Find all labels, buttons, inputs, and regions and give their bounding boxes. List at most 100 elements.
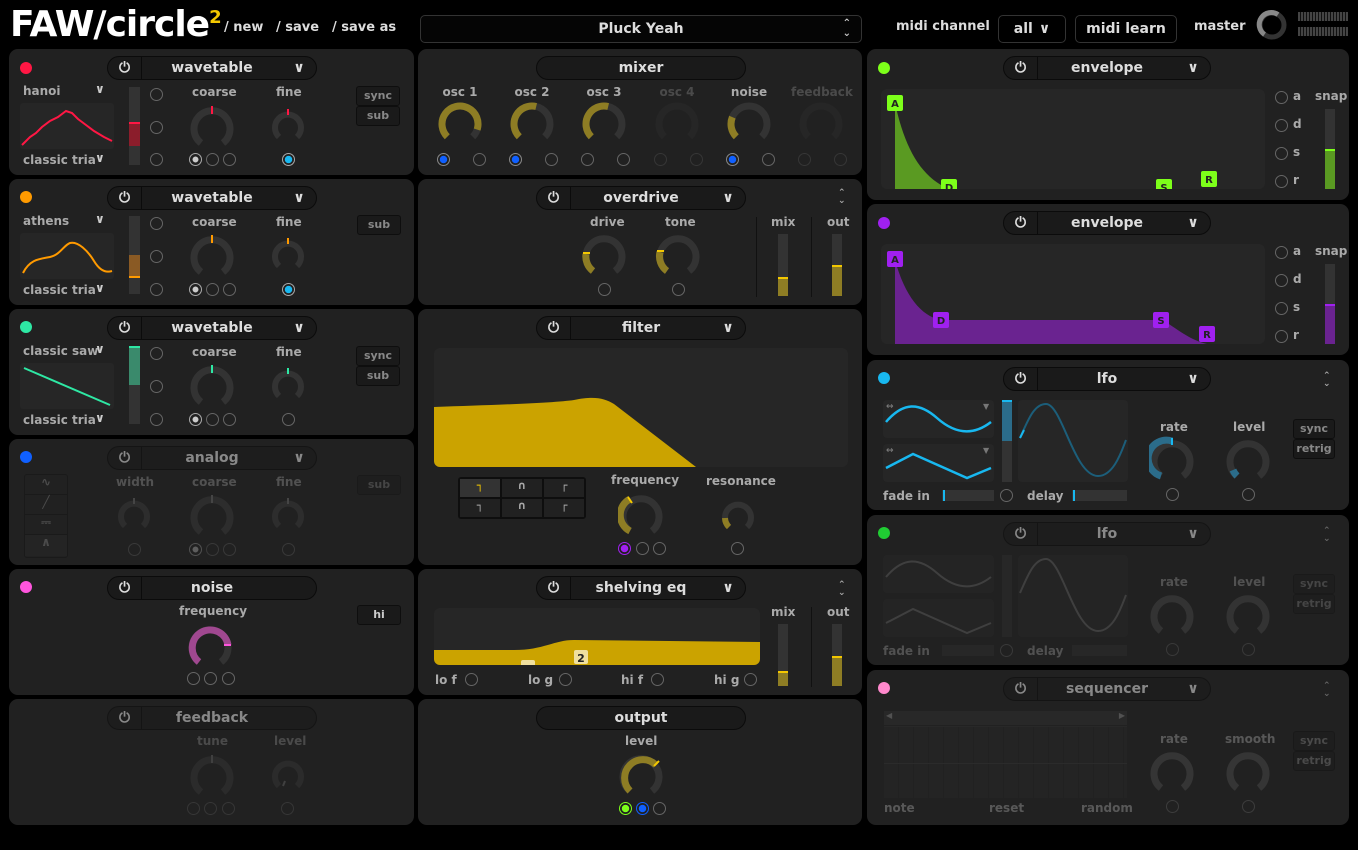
snap-slider[interactable] [1325, 264, 1335, 344]
menu-save-as[interactable]: / save as [332, 20, 396, 35]
power-icon[interactable]: ⏻ [108, 577, 142, 599]
mod-slot-active[interactable] [189, 413, 202, 426]
mod-slot-active[interactable] [636, 802, 649, 815]
sub-button[interactable]: sub [356, 106, 400, 126]
mixer-level-knob[interactable] [581, 101, 627, 147]
dropdown-triangle-icon[interactable]: ▼ [983, 446, 990, 455]
power-icon[interactable]: ⏻ [537, 577, 571, 599]
lfo1-shape-a[interactable]: ↔ ▼ [883, 400, 994, 438]
mod-slot[interactable] [1275, 91, 1288, 104]
osc3-wave-bottom[interactable]: classic tria [23, 413, 96, 427]
sub-button[interactable]: sub [357, 215, 401, 235]
mod-slot[interactable] [653, 542, 666, 555]
lfo1-header[interactable]: ⏻ lfo ∨ [1003, 367, 1211, 391]
seq-step-grid[interactable] [884, 726, 1127, 798]
coarse-knob[interactable] [189, 492, 235, 538]
chevron-down-icon[interactable]: ∨ [95, 212, 105, 226]
mod-slot[interactable] [744, 673, 757, 686]
mod-slot[interactable] [465, 673, 478, 686]
arrow-right-icon[interactable]: ▶ [1119, 711, 1125, 725]
mod-slot[interactable] [636, 542, 649, 555]
mod-slot[interactable] [1166, 488, 1179, 501]
noise-hi-button[interactable]: hi [357, 605, 401, 625]
highpass-12-icon[interactable]: ┌ [543, 478, 585, 498]
power-icon[interactable]: ⏻ [537, 317, 571, 339]
rate-knob[interactable] [1149, 436, 1195, 482]
sync-button[interactable]: sync [1293, 419, 1335, 439]
mod-slot[interactable] [206, 283, 219, 296]
mod-slot[interactable] [798, 153, 811, 166]
mix-slider[interactable] [778, 624, 788, 686]
mod-slot[interactable] [653, 802, 666, 815]
mod-slot[interactable] [223, 153, 236, 166]
lfo1-shape-b[interactable]: ↔ ▼ [883, 444, 994, 482]
highpass-24-icon[interactable]: ┌ [543, 498, 585, 518]
mod-slot[interactable] [1275, 330, 1288, 343]
delay-slider[interactable] [1072, 645, 1127, 656]
mod-slot-active[interactable] [189, 543, 202, 556]
fine-knob[interactable] [271, 365, 305, 401]
mod-slot[interactable] [545, 153, 558, 166]
mod-slot[interactable] [559, 673, 572, 686]
mod-slot[interactable] [726, 153, 739, 166]
menu-new[interactable]: / new [224, 20, 263, 35]
sync-button[interactable]: sync [356, 346, 400, 366]
mod-slot[interactable] [282, 543, 295, 556]
mod-slot[interactable] [150, 380, 163, 393]
osc2-header[interactable]: ⏻ wavetable ∨ [107, 186, 317, 210]
noise-header[interactable]: ⏻ noise [107, 576, 317, 600]
power-icon[interactable]: ⏻ [108, 187, 142, 209]
osc3-color-dot[interactable] [20, 321, 32, 333]
mod-slot[interactable] [150, 88, 163, 101]
mod-slot[interactable] [1275, 246, 1288, 259]
osc3-wave-top[interactable]: classic saw [23, 344, 98, 358]
mod-slot[interactable] [150, 250, 163, 263]
reorder-arrows-icon[interactable]: ⌃ ⌄ [1323, 372, 1331, 389]
sync-button[interactable]: sync [1293, 731, 1335, 751]
bandpass-24-icon[interactable]: ∩ [501, 498, 543, 518]
mod-slot[interactable] [204, 802, 217, 815]
env1-display[interactable]: A D S R [881, 89, 1265, 189]
power-icon[interactable]: ⏻ [537, 187, 571, 209]
noise-color-dot[interactable] [20, 581, 32, 593]
mod-slot[interactable] [187, 802, 200, 815]
frequency-knob[interactable] [618, 491, 664, 537]
mod-slot[interactable] [1275, 274, 1288, 287]
mod-slot[interactable] [473, 153, 486, 166]
mod-slot[interactable] [651, 673, 664, 686]
mod-slot-active[interactable] [189, 283, 202, 296]
overdrive-header[interactable]: ⏻ overdrive ∨ [536, 186, 746, 210]
mod-slot[interactable] [150, 217, 163, 230]
mod-slot[interactable] [1275, 302, 1288, 315]
seq-scroll-bar[interactable]: ◀ ▶ [884, 711, 1127, 725]
saw-wave-icon[interactable]: ╱ [25, 495, 67, 515]
chevron-down-icon[interactable]: ∨ [95, 82, 105, 96]
mod-slot[interactable] [581, 153, 594, 166]
osc2-wave-bottom[interactable]: classic tria [23, 283, 96, 297]
mixer-level-knob[interactable] [437, 101, 483, 147]
mod-slot[interactable] [690, 153, 703, 166]
drive-knob[interactable] [581, 231, 627, 277]
sync-button[interactable]: sync [356, 86, 400, 106]
retrig-button[interactable]: retrig [1293, 751, 1335, 771]
mod-slot[interactable] [204, 672, 217, 685]
mod-slot[interactable] [1275, 147, 1288, 160]
delay-slider[interactable] [1072, 490, 1127, 501]
out-slider[interactable] [832, 624, 842, 686]
mod-slot-active[interactable] [282, 153, 295, 166]
lfo2-shape-b[interactable] [883, 599, 994, 637]
level-knob[interactable] [1225, 436, 1271, 482]
retrig-button[interactable]: retrig [1293, 594, 1335, 614]
smooth-knob[interactable] [1225, 748, 1271, 794]
retrig-button[interactable]: retrig [1293, 439, 1335, 459]
lfo1-color-dot[interactable] [878, 372, 890, 384]
mod-slot[interactable] [1000, 489, 1013, 502]
osc2-wave-top[interactable]: athens [23, 214, 69, 228]
mixer-level-knob[interactable] [726, 101, 772, 147]
mod-slot[interactable] [282, 413, 295, 426]
preset-selector[interactable]: Pluck Yeah ⌃ ⌄ [420, 15, 862, 43]
mixer-level-knob[interactable] [798, 101, 844, 147]
mod-slot[interactable] [1242, 800, 1255, 813]
mod-slot[interactable] [150, 413, 163, 426]
analog-waveform-selector[interactable]: ∿ ╱ ⎓ ∧ [24, 474, 68, 558]
